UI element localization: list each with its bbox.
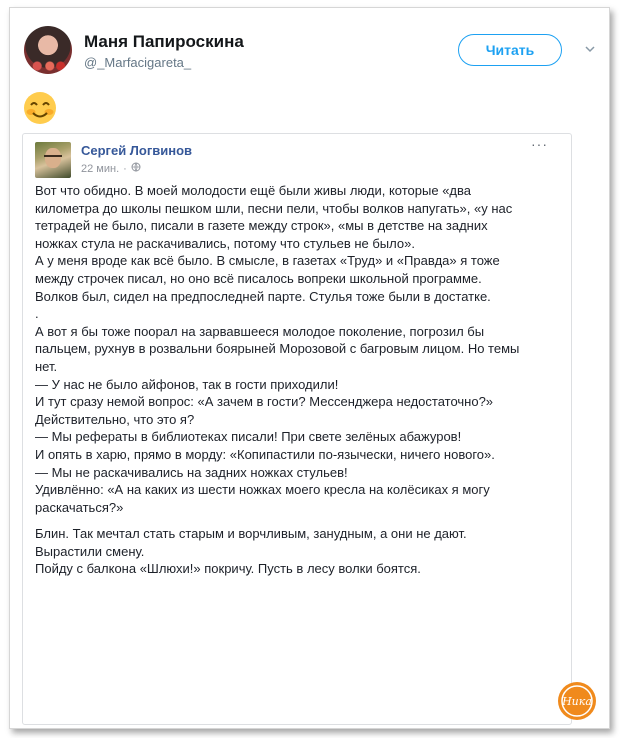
more-options-icon[interactable]: ··· xyxy=(531,136,548,152)
post-author-name[interactable]: Сергей Логвинов xyxy=(81,143,192,158)
watermark-text: Ника xyxy=(561,695,592,708)
post-author-avatar[interactable] xyxy=(35,142,71,178)
watermark-logo: Ника xyxy=(556,680,598,722)
post-paragraph: А у меня вроде как всё было. В смысле, в… xyxy=(35,253,500,304)
post-meta: 22 мин. · xyxy=(81,162,141,175)
post-paragraph: — Мы рефераты в библиотеках писали! При … xyxy=(35,429,462,445)
post-paragraph: Удивлённо: «А на каких из шести ножках м… xyxy=(35,482,490,515)
post-paragraph: Вот что обидно. В моей молодости ещё был… xyxy=(35,183,513,251)
post-text: Вот что обидно. В моей молодости ещё был… xyxy=(35,182,525,578)
post-paragraph: А вот я бы тоже поорал на зарвавшееся мо… xyxy=(35,323,520,374)
post-time[interactable]: 22 мин. xyxy=(81,163,119,175)
post-paragraph: И тут сразу немой вопрос: «А зачем в гос… xyxy=(35,394,494,410)
post-paragraph: Действительно, что это я? xyxy=(35,411,195,427)
globe-icon xyxy=(131,162,141,175)
post-paragraph: И опять в харю, прямо в морду: «Копипаст… xyxy=(35,446,495,462)
avatar-flowers xyxy=(30,60,66,72)
post-paragraph: . xyxy=(35,306,39,322)
post-paragraph: Блин. Так мечтал стать старым и ворчливы… xyxy=(35,526,467,559)
dot-separator: · xyxy=(123,162,127,175)
follow-button[interactable]: Читать xyxy=(458,34,562,66)
avatar-glasses xyxy=(44,155,62,162)
smiling-face-icon xyxy=(22,90,58,126)
post-paragraph: — У нас не было айфонов, так в гости при… xyxy=(35,376,339,392)
post-paragraph: Пойду с балкона «Шлюхи!» покричу. Пусть … xyxy=(35,561,421,577)
post-paragraph: — Мы не раскачивались на задних ножках с… xyxy=(35,464,348,480)
chevron-down-icon[interactable] xyxy=(584,42,596,54)
avatar[interactable] xyxy=(24,26,72,74)
author-name[interactable]: Маня Папироскина xyxy=(84,32,244,52)
author-handle[interactable]: @_Marfacigareta_ xyxy=(84,55,191,70)
embedded-post-card[interactable]: Сергей Логвинов 22 мин. · ··· Вот что об… xyxy=(22,133,572,725)
